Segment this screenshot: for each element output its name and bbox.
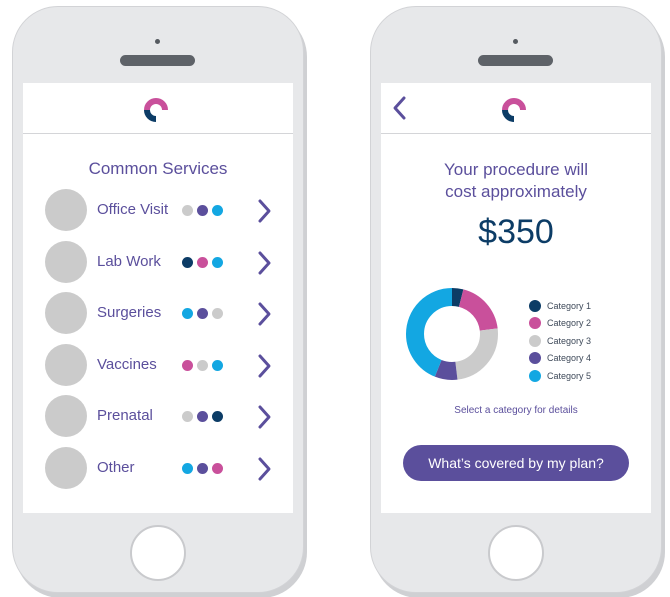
chart-legend: Category 1 Category 2 Category 3 Category 4…	[529, 297, 591, 385]
price-value: $350	[478, 213, 554, 251]
magenta-dot	[182, 359, 193, 371]
speaker-grill	[120, 55, 195, 66]
navy-dot	[212, 411, 223, 422]
coverage-button[interactable]: What’s covered by my plan?	[403, 445, 629, 481]
service-dots	[182, 462, 223, 474]
legend-swatch	[529, 352, 541, 365]
service-row[interactable]: Other	[45, 446, 283, 491]
service-avatar	[45, 395, 87, 437]
screen-cost-estimate: Your procedure will cost approximately $…	[381, 83, 651, 513]
cyan-dot	[182, 308, 193, 319]
service-label: Prenatal	[97, 407, 153, 424]
service-dots	[182, 205, 223, 216]
legend-swatch	[529, 334, 541, 347]
home-button[interactable]	[488, 525, 544, 581]
chevron-right-icon[interactable]	[257, 456, 273, 482]
service-label: Other	[97, 458, 135, 476]
legend-label: Category 4	[547, 353, 592, 364]
cost-heading-line1: Your procedure will	[444, 160, 588, 179]
phone-right: Your procedure will cost approximately $…	[370, 6, 662, 593]
service-avatar	[45, 292, 87, 334]
app-header	[23, 83, 293, 134]
app-logo-icon	[502, 98, 526, 122]
app-logo-icon	[144, 98, 168, 122]
cyan-dot	[182, 462, 193, 474]
service-label: Surgeries	[97, 304, 162, 321]
magenta-dot	[212, 462, 223, 474]
service-row[interactable]: Prenatal	[45, 395, 283, 439]
magenta-dot	[197, 256, 208, 268]
legend-item[interactable]: Category 5	[529, 367, 591, 385]
legend-label: Category 5	[547, 370, 592, 381]
gray-dot	[182, 411, 193, 422]
legend-label: Category 2	[547, 318, 592, 329]
chevron-right-icon[interactable]	[257, 353, 273, 379]
cost-heading-line2: cost approximately	[445, 182, 587, 201]
service-avatar	[45, 446, 87, 489]
service-dots	[182, 359, 223, 371]
legend-swatch	[529, 299, 541, 312]
service-label: Office Visit	[97, 201, 169, 218]
service-row[interactable]: Office Visit	[45, 189, 283, 233]
chevron-right-icon[interactable]	[257, 250, 273, 276]
back-chevron-icon[interactable]	[389, 95, 411, 121]
legend-item[interactable]: Category 3	[529, 332, 591, 350]
cyan-dot	[212, 205, 223, 216]
chart-hint: Select a category for details	[454, 405, 578, 416]
service-row[interactable]: Lab Work	[45, 240, 283, 285]
page-title: Common Services	[88, 159, 228, 178]
front-camera	[155, 39, 160, 44]
cost-heading: Your procedure will cost approximately	[381, 159, 651, 203]
service-row[interactable]: Surgeries	[45, 292, 283, 336]
legend-swatch	[529, 369, 541, 382]
legend-label: Category 1	[547, 300, 592, 311]
chevron-right-icon[interactable]	[257, 404, 273, 430]
purple-dot	[197, 411, 208, 422]
cyan-dot	[212, 359, 223, 371]
chevron-right-icon[interactable]	[257, 301, 273, 327]
navy-dot	[182, 256, 193, 268]
speaker-grill	[478, 55, 553, 66]
phone-left: Common Services Office Visit Lab Work Surg…	[12, 6, 304, 593]
gray-dot	[197, 359, 208, 371]
front-camera	[513, 39, 518, 44]
home-button[interactable]	[130, 525, 186, 581]
service-row[interactable]: Vaccines	[45, 343, 283, 388]
service-label: Vaccines	[97, 355, 157, 373]
legend-label: Category 3	[547, 335, 592, 346]
purple-dot	[197, 308, 208, 319]
chevron-right-icon[interactable]	[257, 198, 273, 224]
legend-item[interactable]: Category 4	[529, 350, 591, 368]
service-avatar	[45, 343, 87, 386]
service-dots	[182, 308, 223, 319]
service-dots	[182, 256, 223, 268]
gray-dot	[212, 308, 223, 319]
legend-swatch	[529, 317, 541, 330]
purple-dot	[197, 205, 208, 216]
service-label: Lab Work	[97, 252, 161, 270]
cyan-dot	[212, 256, 223, 268]
service-avatar	[45, 189, 87, 231]
purple-dot	[197, 462, 208, 474]
legend-item[interactable]: Category 2	[529, 315, 591, 333]
service-dots	[182, 411, 223, 422]
app-header	[381, 83, 651, 134]
screen-common-services: Common Services Office Visit Lab Work Surg…	[23, 83, 293, 513]
cost-donut-chart[interactable]	[405, 287, 499, 381]
service-avatar	[45, 240, 87, 283]
gray-dot	[182, 205, 193, 216]
legend-item[interactable]: Category 1	[529, 297, 591, 315]
